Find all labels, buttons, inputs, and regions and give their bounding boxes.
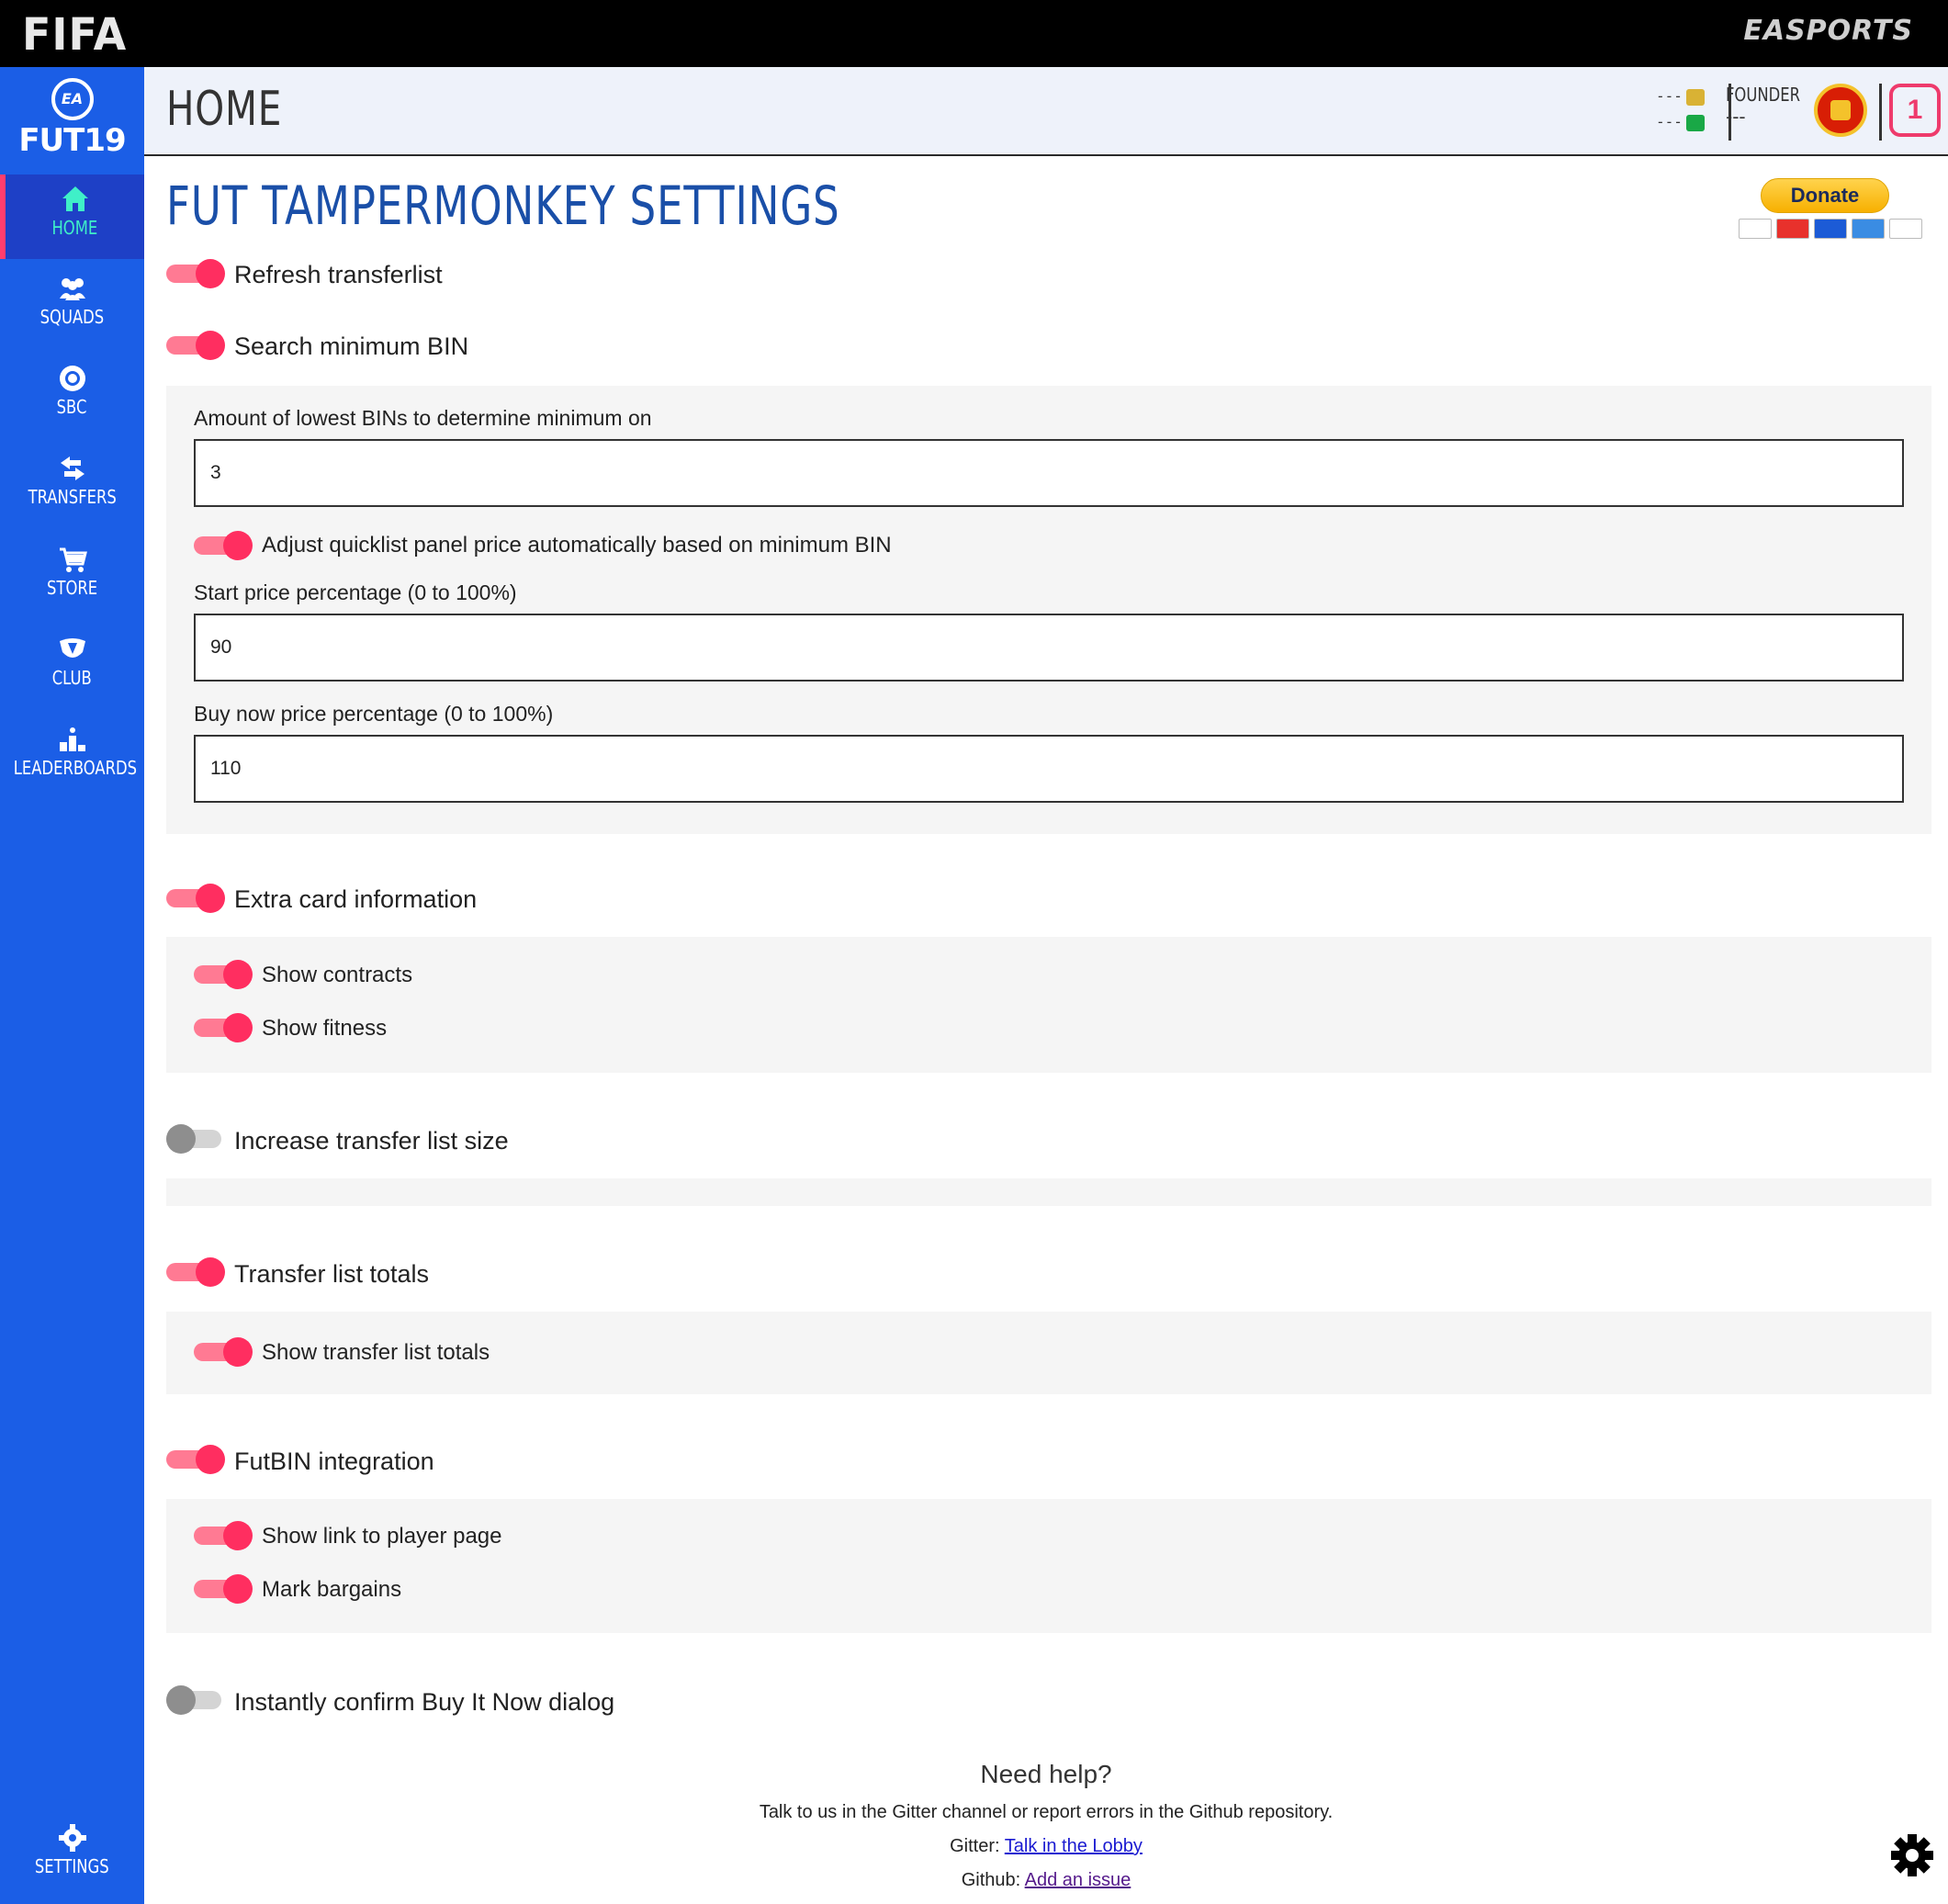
store-icon (59, 547, 87, 572)
buy-now-input[interactable]: 110 (194, 735, 1904, 803)
club-crest-icon[interactable] (1814, 84, 1867, 137)
extra-card-info-label: Extra card information (234, 885, 478, 913)
increase-list-size-panel (166, 1178, 1931, 1206)
ea-badge-icon: EA (51, 78, 94, 120)
sidebar-item-label: LEADERBOARDS (13, 757, 138, 779)
mastercard-icon (1776, 219, 1809, 239)
github-link[interactable]: Add an issue (1025, 1870, 1132, 1890)
start-price-input[interactable]: 90 (194, 614, 1904, 682)
settings-gear-icon (58, 1824, 86, 1852)
github-label: Github: (961, 1870, 1021, 1890)
club-label: FOUNDER (1726, 84, 1801, 106)
min-bin-amount-label: Amount of lowest BINs to determine minim… (194, 406, 652, 430)
instant-confirm-toggle[interactable] (166, 1685, 225, 1715)
transfer-list-totals-toggle[interactable] (166, 1257, 225, 1287)
home-icon (62, 186, 88, 211)
transfer-list-totals-panel: Show transfer list totals (166, 1312, 1931, 1394)
gitter-label: Gitter: (950, 1836, 1000, 1856)
points-value: --- (1656, 113, 1683, 130)
start-price-label: Start price percentage (0 to 100%) (194, 580, 517, 604)
show-fitness-toggle[interactable] (194, 1013, 253, 1042)
currency-display: --- --- (1656, 84, 1707, 135)
show-link-player-page-toggle[interactable] (194, 1521, 253, 1550)
sidebar-item-club[interactable]: CLUB (0, 625, 144, 709)
discover-icon (1889, 219, 1922, 239)
sidebar-item-label: SQUADS (39, 306, 105, 328)
min-bin-settings-panel: Amount of lowest BINs to determine minim… (166, 386, 1931, 834)
help-section: Need help? Talk to us in the Gitter chan… (144, 1760, 1948, 1891)
show-contracts-label: Show contracts (262, 963, 413, 987)
sidebar-item-label: TRANSFERS (28, 486, 117, 508)
show-link-player-page-label: Show link to player page (262, 1524, 502, 1549)
fut19-logo: EA FUT19 (0, 78, 144, 175)
visa-icon (1739, 219, 1772, 239)
settings-title: FUT TAMPERMONKEY SETTINGS (166, 175, 840, 237)
sidebar-item-leaderboards[interactable]: LEADERBOARDS (0, 715, 144, 799)
sidebar-item-label: SBC (57, 396, 87, 418)
ea-sports-logo: EASPORTS (1743, 15, 1913, 47)
mark-bargains-toggle[interactable] (194, 1574, 253, 1604)
club-info: FOUNDER --- (1726, 84, 1808, 128)
sidebar: EA FUT19 HOME SQUADS SBC TRANSFERS STORE… (0, 67, 144, 1904)
sidebar-item-settings[interactable]: SETTINGS (0, 1813, 144, 1898)
increase-list-size-toggle[interactable] (166, 1124, 225, 1154)
points-icon (1685, 114, 1705, 131)
adjust-quicklist-toggle[interactable] (194, 531, 253, 560)
donate-button[interactable]: Donate (1761, 178, 1889, 213)
fifa-logo: FIFA (22, 7, 128, 61)
club-icon (59, 638, 85, 658)
sidebar-item-transfers[interactable]: TRANSFERS (0, 444, 144, 528)
increase-list-size-label: Increase transfer list size (234, 1127, 509, 1155)
transfers-icon (60, 456, 84, 480)
adjust-quicklist-label: Adjust quicklist panel price automatical… (262, 533, 892, 558)
extra-card-info-toggle[interactable] (166, 884, 225, 913)
club-value: --- (1726, 106, 1746, 128)
futbin-integration-label: FutBIN integration (234, 1448, 434, 1475)
sidebar-item-label: CLUB (51, 667, 93, 689)
gear-icon[interactable] (1889, 1832, 1935, 1878)
amex-icon (1852, 219, 1885, 239)
gitter-link[interactable]: Talk in the Lobby (1005, 1836, 1143, 1856)
sidebar-item-label: STORE (46, 577, 98, 599)
futbin-integration-panel: Show link to player page Mark bargains (166, 1499, 1931, 1633)
search-min-bin-toggle[interactable] (166, 331, 225, 360)
page-header: HOME --- --- FOUNDER --- 1 (144, 67, 1948, 156)
extra-card-info-panel: Show contracts Show fitness (166, 937, 1931, 1073)
rank-badge-icon: 1 (1889, 84, 1941, 137)
sidebar-item-label: SETTINGS (35, 1855, 109, 1877)
min-bin-amount-input[interactable]: 3 (194, 439, 1904, 507)
show-fitness-label: Show fitness (262, 1016, 388, 1041)
show-contracts-toggle[interactable] (194, 960, 253, 989)
maestro-icon (1814, 219, 1847, 239)
mark-bargains-label: Mark bargains (262, 1577, 402, 1602)
sidebar-item-label: HOME (51, 217, 98, 239)
futbin-integration-toggle[interactable] (166, 1445, 225, 1474)
help-title: Need help? (980, 1760, 1112, 1788)
page-title: HOME (166, 82, 283, 137)
coins-icon (1685, 88, 1705, 106)
sidebar-item-sbc[interactable]: SBC (0, 354, 144, 438)
coins-value: --- (1656, 87, 1683, 105)
top-bar: FIFA EASPORTS (0, 0, 1948, 67)
refresh-transferlist-label: Refresh transferlist (234, 261, 443, 288)
sidebar-item-home[interactable]: HOME (0, 175, 144, 259)
transfer-list-totals-label: Transfer list totals (234, 1260, 430, 1288)
search-min-bin-label: Search minimum BIN (234, 332, 469, 360)
help-text: Talk to us in the Gitter channel or repo… (759, 1802, 1334, 1822)
show-transfer-list-totals-toggle[interactable] (194, 1337, 253, 1367)
buy-now-label: Buy now price percentage (0 to 100%) (194, 702, 554, 726)
sidebar-item-store[interactable]: STORE (0, 535, 144, 619)
refresh-transferlist-toggle[interactable] (166, 259, 225, 288)
leaderboards-icon (59, 727, 85, 751)
fut19-logo-text: FUT19 (18, 122, 126, 159)
squads-icon (59, 278, 85, 300)
header-divider (1879, 84, 1882, 141)
sidebar-item-squads[interactable]: SQUADS (0, 264, 144, 348)
show-transfer-list-totals-label: Show transfer list totals (262, 1340, 490, 1365)
instant-confirm-label: Instantly confirm Buy It Now dialog (234, 1688, 615, 1716)
sbc-icon (59, 366, 85, 391)
payment-cards (1734, 219, 1922, 241)
settings-page: FUT TAMPERMONKEY SETTINGS Donate Refresh… (144, 158, 1948, 1904)
